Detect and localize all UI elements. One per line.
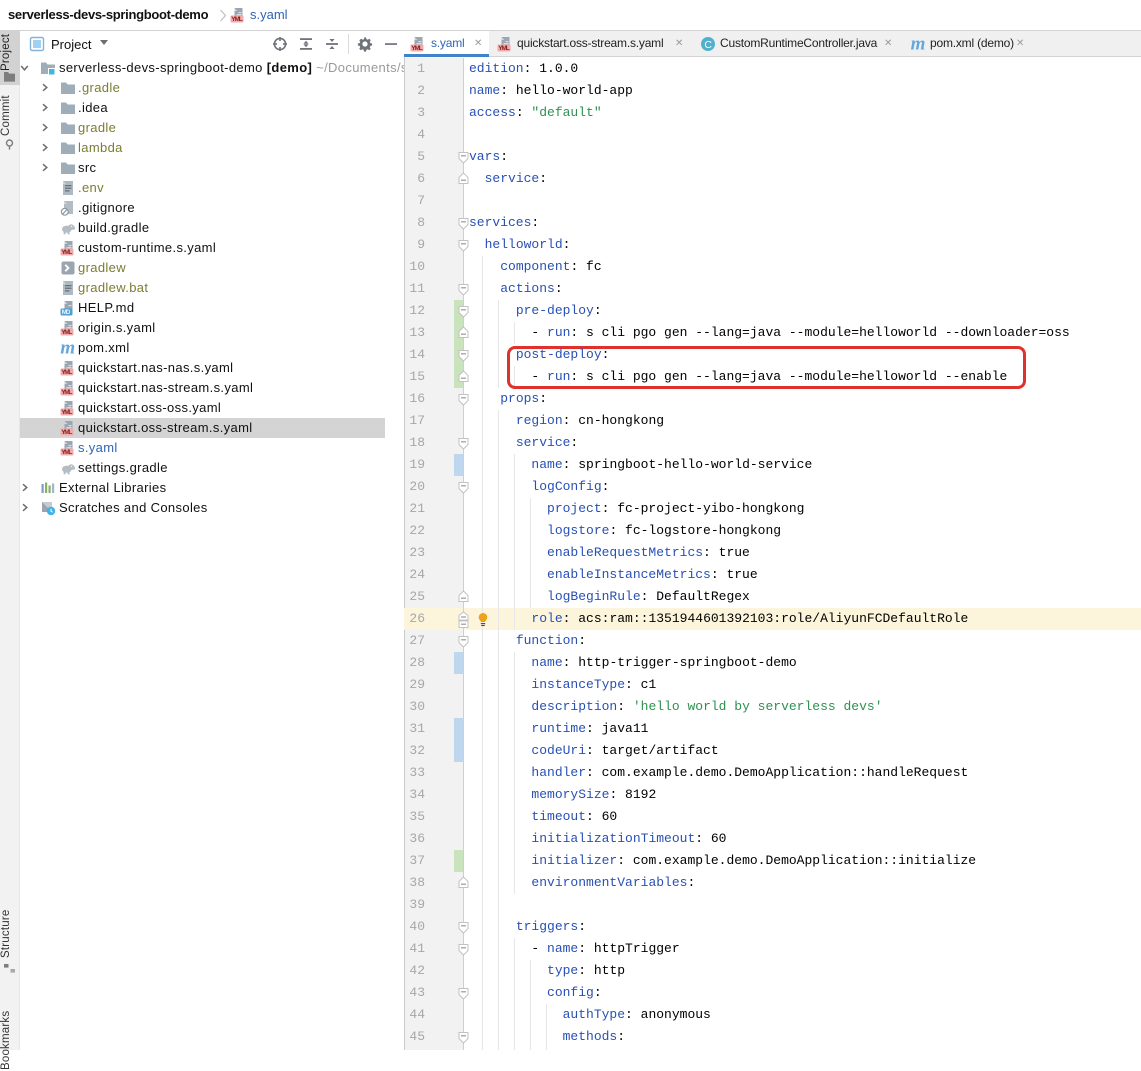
svg-text:YML: YML (61, 249, 73, 256)
svg-text:YML: YML (498, 45, 510, 52)
svg-text:YML: YML (61, 449, 73, 456)
svg-text:YML: YML (61, 409, 73, 416)
svg-text:MD: MD (62, 309, 71, 316)
svg-text:YML: YML (411, 45, 423, 52)
svg-text:C: C (704, 39, 712, 51)
svg-text:YML: YML (61, 369, 73, 376)
svg-text:YML: YML (61, 389, 73, 396)
svg-text:m: m (60, 340, 75, 356)
svg-text:m: m (911, 36, 926, 52)
svg-text:YML: YML (61, 429, 73, 436)
svg-text:YML: YML (61, 329, 73, 336)
